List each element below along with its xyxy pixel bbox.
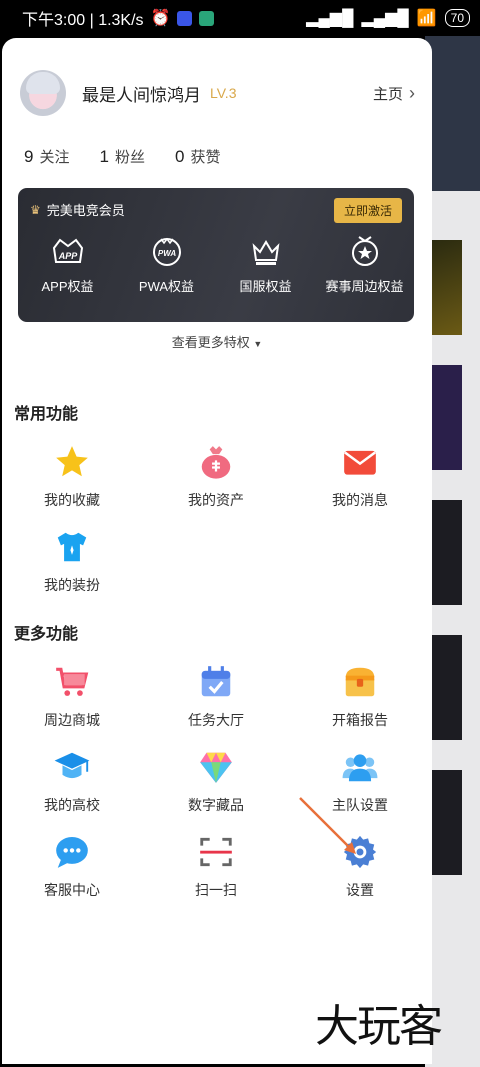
screen: 下午3:00 | 1.3K/s ⏰ ▂▄▆█ ▂▄▆█ 📶 70 最是人间惊鸿月…: [0, 0, 480, 1067]
annotation-arrow: [299, 797, 356, 854]
watermark: 大玩客: [315, 1001, 443, 1052]
